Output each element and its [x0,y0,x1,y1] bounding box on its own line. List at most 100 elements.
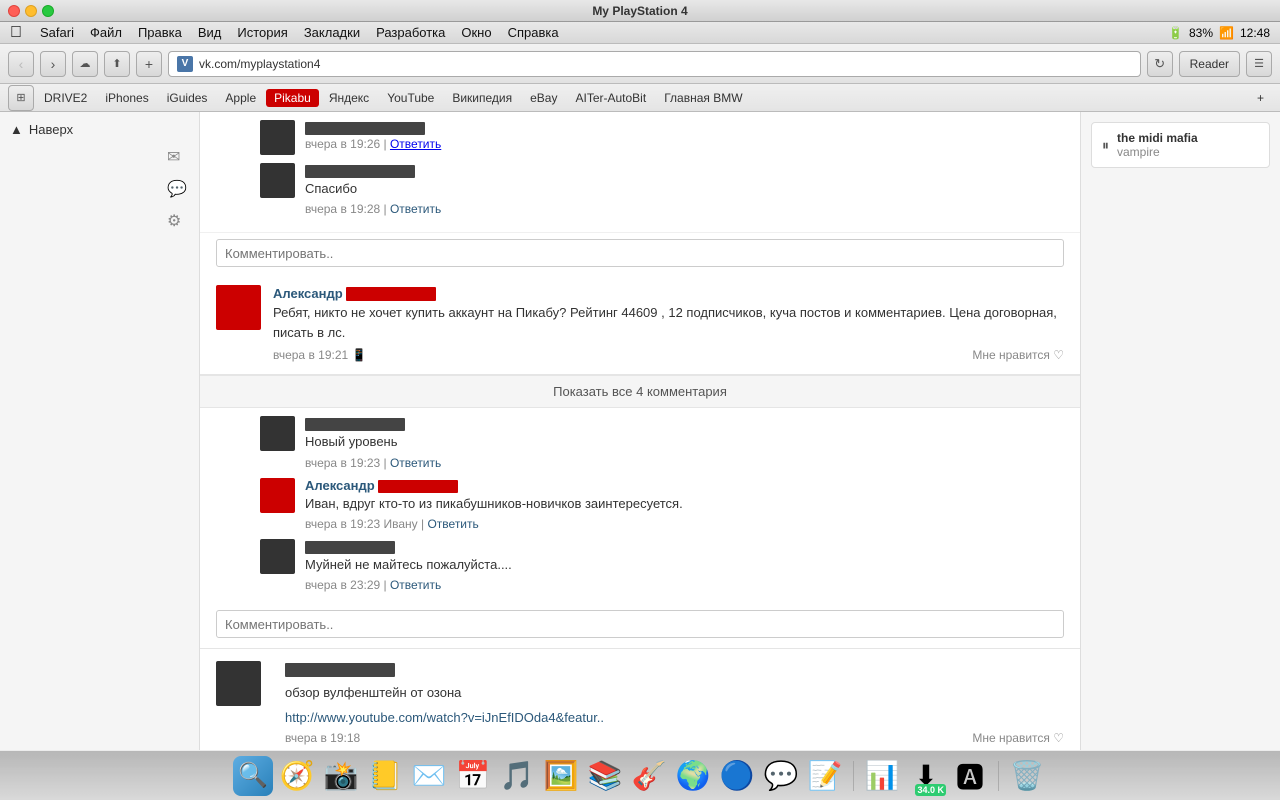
dock-finder[interactable]: 🔍 [233,756,273,796]
mail-icon[interactable]: ✉ [167,147,189,169]
menu-file[interactable]: Файл [82,25,130,40]
reply-link-3[interactable]: Ответить [390,578,441,592]
apps-button[interactable]: ⊞ [8,85,34,111]
reply-row-3: Муйней не майтесь пожалуйста.... вчера в… [216,539,1064,592]
traffic-lights[interactable] [8,5,54,17]
reply-link[interactable]: Ответить [390,137,441,151]
dock-utorrent[interactable]: ⬇ 34.0 K [906,756,946,796]
menu-dev[interactable]: Разработка [368,25,453,40]
like-button[interactable]: Мне нравится ♡ [972,348,1064,362]
menu-edit[interactable]: Правка [130,25,190,40]
back-to-top-link[interactable]: ▲ Наверх [10,122,189,137]
bookmark-ebay[interactable]: eBay [522,89,565,107]
music-info: the midi mafia vampire [1117,131,1198,159]
dock-ical[interactable]: 📅 [453,756,493,796]
dock-trash[interactable]: 🗑️ [1007,756,1047,796]
post-avatar [216,285,261,330]
post2-text: обзор вулфенштейн от озона [285,683,1064,703]
dock-address-book[interactable]: 📒 [365,756,405,796]
reply-link[interactable]: Ответить [390,202,441,216]
post-text: Ребят, никто не хочет купить аккаунт на … [273,303,1064,342]
reply-text-1: Новый уровень [305,433,1064,451]
bookmark-apple[interactable]: Apple [217,89,264,107]
bookmark-iphones[interactable]: iPhones [97,89,156,107]
browser-content: ▲ Наверх ✉ 💬 ⚙ вчера в 19:26 | Ответить [0,112,1280,750]
reply-link-2[interactable]: Ответить [427,517,478,531]
post2-author-redacted [285,663,395,677]
post-pikabu-sale: Александр Ребят, никто не хочет купить а… [200,273,1080,375]
bookmark-pikabu[interactable]: Pikabu [266,89,319,107]
comment-icon[interactable]: 💬 [167,179,189,201]
title-bar: My PlayStation 4 [0,0,1280,22]
pause-icon[interactable]: ⏸ [1102,137,1109,154]
address-bar[interactable]: V vk.com/myplaystation4 [168,51,1141,77]
menu-right: 🔋 83% 📶 12:48 [1168,26,1270,40]
comment-text: Спасибо [305,180,1064,198]
dock-messages[interactable]: 💬 [761,756,801,796]
comment-input-row-1 [200,233,1080,273]
post2-meta: вчера в 19:18 Мне нравится ♡ [285,731,1064,745]
dock-skype[interactable]: 🔵 [717,756,757,796]
reload-button[interactable]: ↻ [1147,51,1173,77]
post2-header-row: обзор вулфенштейн от озона http://www.yo… [216,661,1064,745]
music-track: vampire [1117,145,1198,159]
like-button-2[interactable]: Мне нравится ♡ [972,731,1064,745]
maximize-button[interactable] [42,5,54,17]
apple-menu[interactable]:  [10,24,22,42]
settings-icon[interactable]: ⚙ [167,211,189,233]
reply-link-1[interactable]: Ответить [390,456,441,470]
reply-block: Новый уровень вчера в 19:23 | Ответить А… [200,408,1080,592]
dock-iphoto[interactable]: 🖼️ [541,756,581,796]
bookmark-wikipedia[interactable]: Википедия [444,89,520,107]
add-bookmark-button[interactable]: + [136,51,162,77]
post-author: Александр [273,285,1064,303]
post2-time: вчера в 19:18 [285,731,360,745]
bookmark-add[interactable]: + [1249,89,1272,107]
dock-browser[interactable]: 🌍 [673,756,713,796]
post-meta: вчера в 19:21 📱 Мне нравится ♡ [273,348,1064,362]
bookmark-yandex[interactable]: Яндекс [321,89,377,107]
bookmark-drive2[interactable]: DRIVE2 [36,89,95,107]
dock-photobooth[interactable]: 📸 [321,756,361,796]
back-button[interactable]: ‹ [8,51,34,77]
dock-ibooks[interactable]: 📚 [585,756,625,796]
menu-help[interactable]: Справка [500,25,567,40]
bookmark-iguides[interactable]: iGuides [159,89,216,107]
show-all-comments-button[interactable]: Показать все 4 комментария [200,375,1080,408]
forward-button[interactable]: › [40,51,66,77]
cloud-button[interactable]: ☁ [72,51,98,77]
share-button[interactable]: ⬆ [104,51,130,77]
menu-bookmarks[interactable]: Закладки [296,25,368,40]
post2-url[interactable]: http://www.youtube.com/watch?v=iJnEfIDOd… [285,710,604,725]
site-icon: V [177,56,193,72]
post-author-name: Александр [273,286,346,301]
reader-button[interactable]: Reader [1179,51,1240,77]
back-to-top-label: Наверх [29,122,73,137]
bookmark-aiter[interactable]: AITer-AutoBit [567,89,654,107]
menu-window[interactable]: Окно [453,25,499,40]
bookmark-bmw[interactable]: Главная BMW [656,89,750,107]
comment-input-1[interactable] [216,239,1064,267]
sidebar-icons: ✉ 💬 ⚙ [10,147,189,233]
post-header-row: Александр Ребят, никто не хочет купить а… [216,285,1064,362]
music-widget: ⏸ the midi mafia vampire [1091,122,1270,168]
dock-mail[interactable]: ✉️ [409,756,449,796]
dock-garageband[interactable]: 🎸 [629,756,669,796]
dock-itunes[interactable]: 🎵 [497,756,537,796]
dock-appstore[interactable]: 🅰 [950,756,990,796]
menu-history[interactable]: История [229,25,295,40]
close-button[interactable] [8,5,20,17]
bookmark-youtube[interactable]: YouTube [379,89,442,107]
comment-input-2[interactable] [216,610,1064,638]
post2-avatar [216,661,261,706]
author-redacted [346,287,436,301]
name-redacted [305,165,415,178]
dock-safari[interactable]: 🧭 [277,756,317,796]
menu-view[interactable]: Вид [190,25,230,40]
dock-numbers[interactable]: 📊 [862,756,902,796]
menu-safari[interactable]: Safari [32,25,82,40]
sidebar-toggle-button[interactable]: ☰ [1246,51,1272,77]
minimize-button[interactable] [25,5,37,17]
dock-notes[interactable]: 📝 [805,756,845,796]
post-body: Александр Ребят, никто не хочет купить а… [273,285,1064,362]
